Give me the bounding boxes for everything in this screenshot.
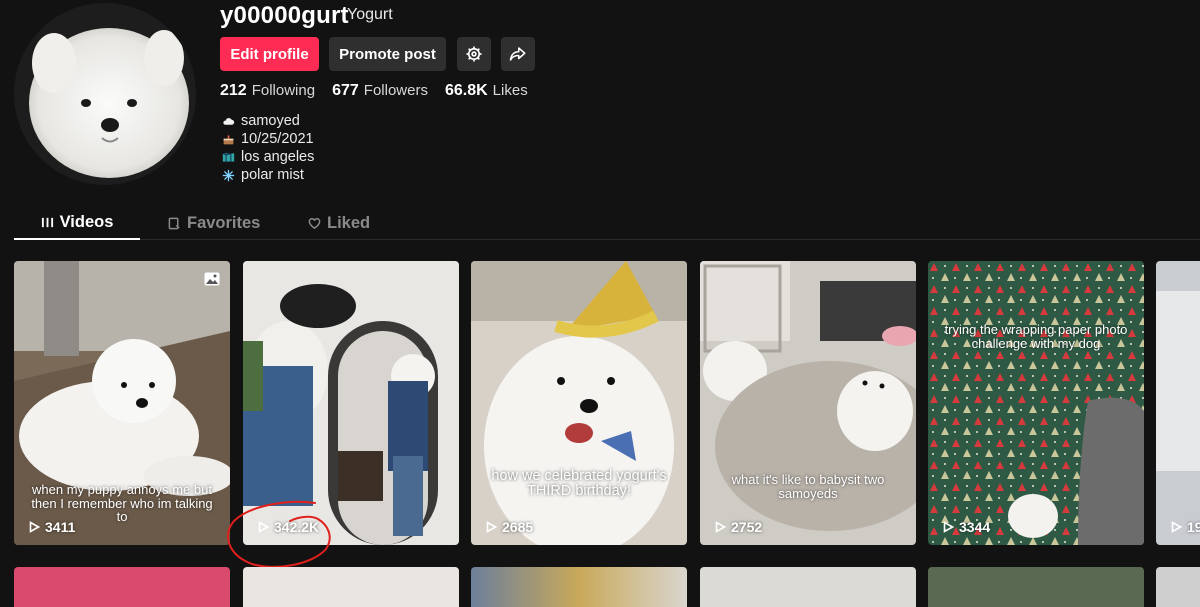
video-card[interactable]: 342.2K: [243, 261, 459, 545]
video-card[interactable]: when my puppy annoys me but then I remem…: [14, 261, 230, 545]
snowflake-icon: [221, 168, 235, 182]
play-icon: [1171, 521, 1182, 533]
tab-videos[interactable]: Videos: [14, 206, 140, 240]
view-count: 2752: [714, 519, 762, 535]
view-count: 19: [1170, 519, 1200, 535]
cloud-icon: [221, 114, 235, 128]
video-card[interactable]: trying the wrapping paper photo challeng…: [928, 261, 1144, 545]
video-card[interactable]: [928, 567, 1144, 607]
share-button[interactable]: [501, 37, 535, 71]
play-icon: [486, 521, 497, 533]
gear-icon: [466, 46, 482, 62]
video-card[interactable]: what it's like to babysit two samoyeds 2…: [700, 261, 916, 545]
following-stat[interactable]: 212 Following: [220, 82, 315, 100]
play-icon: [29, 521, 40, 533]
tab-liked[interactable]: Liked: [308, 206, 370, 240]
tab-favorites[interactable]: Favorites: [168, 206, 260, 240]
bio-line: 10/25/2021: [241, 131, 314, 147]
bio-line: polar mist: [241, 167, 304, 183]
video-caption: when my puppy annoys me but then I remem…: [31, 482, 213, 525]
view-count: 3411: [28, 519, 75, 535]
play-icon: [715, 521, 726, 533]
followers-stat[interactable]: 677 Followers: [332, 82, 428, 100]
view-count: 2685: [485, 519, 533, 535]
photo-icon: [204, 272, 220, 286]
video-caption: what it's like to babysit two samoyeds: [731, 472, 885, 501]
view-count: 3344: [942, 519, 990, 535]
edit-profile-button[interactable]: Edit profile: [220, 37, 319, 71]
grid-icon: [41, 217, 53, 227]
profile-bio: samoyed 10/25/2021 los angeles polar mis…: [221, 112, 314, 184]
map-icon: [221, 150, 235, 164]
profile-tabs: Videos Favorites Liked: [14, 206, 1200, 240]
video-card[interactable]: [14, 567, 230, 607]
likes-stat: 66.8K Likes: [444, 82, 528, 99]
username: y00000gurt: [220, 2, 349, 29]
nickname: Yogurt: [347, 6, 393, 23]
bookmark-icon: [168, 217, 180, 229]
bio-line: samoyed: [241, 113, 300, 129]
share-arrow-icon: [509, 47, 526, 61]
video-card[interactable]: [243, 567, 459, 607]
video-caption: trying the wrapping paper photo challeng…: [944, 322, 1128, 351]
video-card[interactable]: 19: [1156, 261, 1200, 545]
video-card[interactable]: [1156, 567, 1200, 607]
promote-post-button[interactable]: Promote post: [329, 37, 446, 71]
video-card[interactable]: [700, 567, 916, 607]
settings-button[interactable]: [457, 37, 491, 71]
play-icon: [943, 521, 954, 533]
view-count: 342.2K: [257, 519, 319, 535]
profile-avatar[interactable]: [14, 3, 196, 185]
video-caption: how we celebrated yogurt's THIRD birthda…: [491, 468, 667, 500]
video-card[interactable]: [471, 567, 687, 607]
heart-icon: [308, 217, 321, 229]
cake-icon: [221, 132, 235, 146]
profile-stats: 212 Following 677 Followers 66.8K Likes: [220, 82, 528, 100]
bio-line: los angeles: [241, 149, 315, 165]
play-icon: [258, 521, 269, 533]
video-card[interactable]: how we celebrated yogurt's THIRD birthda…: [471, 261, 687, 545]
